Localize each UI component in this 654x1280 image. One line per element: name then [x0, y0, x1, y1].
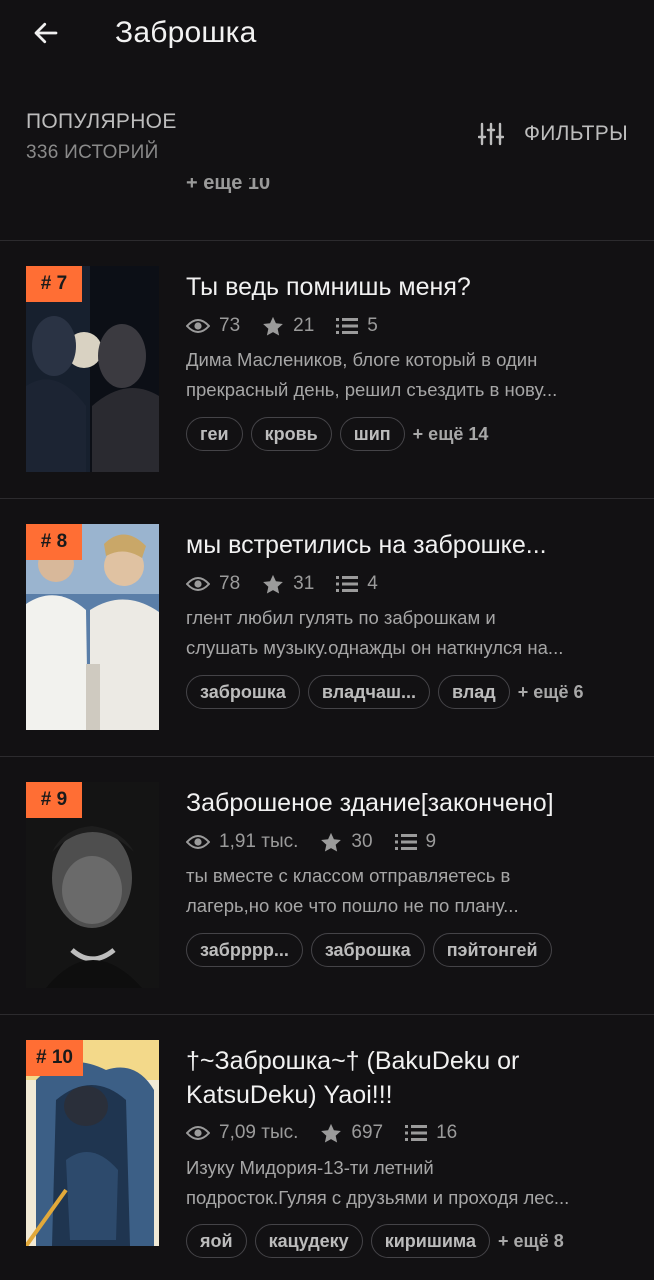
story-title[interactable]: Ты ведь помнишь меня?	[186, 270, 632, 304]
eye-icon	[186, 577, 210, 591]
tag-list: яой кацудеку киришима + ещё 8	[186, 1224, 564, 1258]
stars-count: 31	[293, 573, 315, 594]
tag-chip[interactable]: геи	[186, 417, 243, 451]
tag-chip[interactable]: заброшка	[310, 933, 425, 967]
stars-stat: 30	[320, 831, 373, 853]
filters-label: ФИЛЬТРЫ	[523, 122, 628, 145]
parts-count: 9	[425, 831, 437, 852]
views-stat: 7,09 тыс.	[186, 1122, 298, 1144]
tag-chip[interactable]: пэйтонгей	[432, 933, 552, 967]
list-icon	[405, 1125, 428, 1141]
stars-stat: 21	[262, 315, 314, 337]
views-count: 1,91 тыс.	[219, 831, 299, 852]
story-card[interactable]: # 10 †~Заброшка~† (BakuDeku or KatsuDeku…	[0, 1014, 654, 1280]
views-stat: 78	[186, 573, 240, 595]
more-tags-link[interactable]: + ещё 8	[498, 1231, 564, 1252]
story-count: 336 ИСТОРИЙ	[26, 142, 159, 163]
views-count: 78	[219, 573, 241, 594]
page-title: Заброшка	[115, 16, 257, 49]
parts-count: 5	[367, 315, 378, 336]
story-stats: 78 31 4	[186, 571, 400, 597]
eye-icon	[186, 1126, 210, 1140]
story-description: ты вместе с классом отправляетесь в лаге…	[186, 865, 519, 916]
tag-chip[interactable]: шип	[339, 417, 405, 451]
list-icon	[336, 318, 359, 334]
more-tags-link[interactable]: + ещё 14	[413, 424, 489, 445]
story-stats: 1,91 тыс. 30 9	[186, 829, 458, 855]
star-icon	[321, 1123, 342, 1143]
eye-icon	[186, 835, 210, 849]
app-bar: Заброшка	[0, 0, 654, 66]
story-description: Дима Маслеников, блоге который в один пр…	[186, 349, 558, 400]
story-stats: 73 21 5	[186, 313, 400, 339]
tag-chip[interactable]: влад	[438, 675, 510, 709]
tag-chip[interactable]: заброшка	[186, 675, 300, 709]
list-icon	[394, 834, 417, 850]
star-icon	[263, 574, 284, 594]
story-description: Изуку Мидория-13-ти летний подросток.Гул…	[186, 1157, 570, 1208]
star-icon	[321, 832, 342, 852]
tag-list: заброшка владчаш... влад + ещё 6	[186, 675, 583, 709]
parts-stat: 4	[336, 573, 378, 595]
rank-badge: # 7	[26, 266, 82, 302]
sort-row: ПОПУЛЯРНОЕ 336 ИСТОРИЙ ФИЛЬТРЫ	[0, 100, 654, 170]
filters-button[interactable]: ФИЛЬТРЫ	[477, 122, 628, 146]
views-count: 7,09 тыс.	[219, 1122, 299, 1143]
parts-count: 4	[367, 573, 378, 594]
parts-stat: 5	[336, 315, 378, 337]
eye-icon	[186, 319, 210, 333]
story-title[interactable]: †~Заброшка~† (BakuDeku or KatsuDeku) Yao…	[186, 1044, 632, 1112]
star-icon	[263, 316, 284, 336]
parts-stat: 9	[394, 831, 437, 853]
story-stats: 7,09 тыс. 697 16	[186, 1120, 479, 1146]
rank-badge: # 9	[26, 782, 82, 818]
tag-list: геи кровь шип + ещё 14	[186, 417, 488, 451]
rank-badge: # 8	[26, 524, 82, 560]
tag-chip[interactable]: забрррр...	[186, 933, 303, 967]
story-card[interactable]: # 7 Ты ведь помнишь меня? 73 21 5 Дима М…	[0, 240, 654, 498]
tag-chip[interactable]: киришима	[370, 1224, 490, 1258]
story-description: глент любил гулять по заброшкам и слушат…	[186, 607, 564, 658]
tag-chip[interactable]: кацудеку	[254, 1224, 363, 1258]
story-card[interactable]: # 9 Заброшеное здание[закончено] 1,91 ты…	[0, 756, 654, 1014]
parts-count: 16	[436, 1122, 458, 1143]
stars-stat: 31	[262, 573, 314, 595]
list-icon	[336, 576, 359, 592]
stars-count: 697	[351, 1122, 384, 1143]
tag-chip[interactable]: яой	[186, 1224, 247, 1258]
story-title[interactable]: Заброшеное здание[закончено]	[186, 786, 632, 820]
sliders-icon	[477, 122, 504, 146]
rank-badge: # 10	[26, 1040, 83, 1076]
stars-stat: 697	[320, 1122, 383, 1144]
parts-stat: 16	[405, 1122, 457, 1144]
previous-item-tags-more: + ещё 10	[186, 178, 271, 194]
views-stat: 73	[186, 315, 240, 337]
more-tags-link[interactable]: + ещё 6	[518, 682, 584, 703]
back-button[interactable]	[26, 13, 66, 53]
tag-chip[interactable]: кровь	[250, 417, 332, 451]
story-card[interactable]: # 8 мы встретились на заброшке... 78 31 …	[0, 498, 654, 756]
tag-list: забрррр... заброшка пэйтонгей	[186, 933, 552, 967]
stars-count: 30	[351, 831, 373, 852]
tag-chip[interactable]: владчаш...	[307, 675, 431, 709]
story-title[interactable]: мы встретились на заброшке...	[186, 528, 632, 562]
sort-label[interactable]: ПОПУЛЯРНОЕ	[26, 110, 177, 134]
views-count: 73	[219, 315, 241, 336]
arrow-left-icon	[34, 22, 58, 44]
stars-count: 21	[293, 315, 315, 336]
views-stat: 1,91 тыс.	[186, 831, 298, 853]
